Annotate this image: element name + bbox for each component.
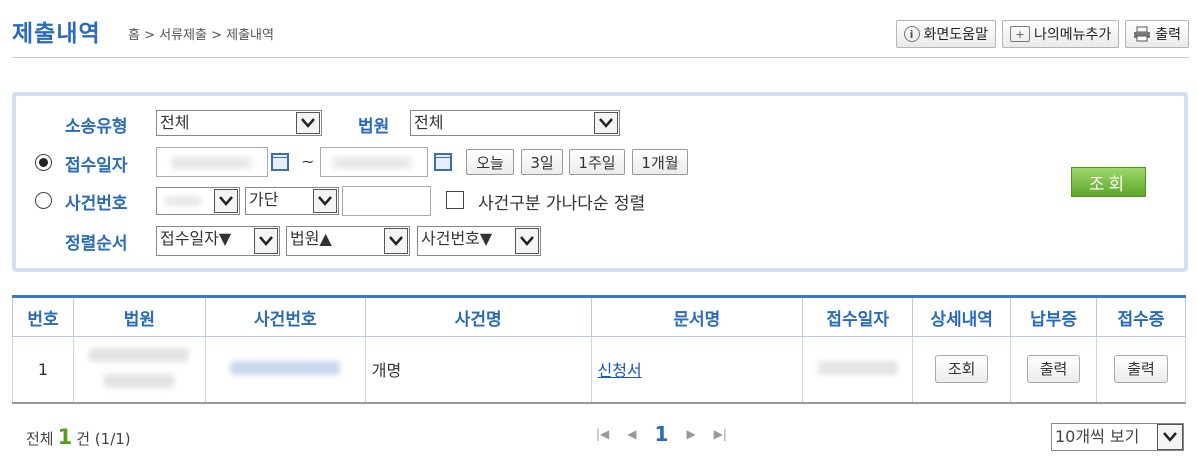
sort-option-3: 사건번호▼ [421, 229, 493, 248]
receipt-date-radio[interactable] [35, 154, 52, 171]
receipt-print-button[interactable]: 출력 [1114, 355, 1168, 384]
case-number-radio[interactable] [35, 192, 52, 209]
case-name-cell: 개명 [364, 336, 592, 404]
first-page-icon[interactable]: |◀ [596, 427, 609, 441]
sort-by-case-type-checkbox[interactable] [446, 191, 464, 209]
sort-option-2: 법원▲ [290, 229, 332, 248]
receipt-date-label: 접수일자 [65, 156, 128, 176]
payment-cell: 출력 [1010, 336, 1097, 404]
doc-name-cell: 신청서 [590, 336, 804, 404]
redacted-date [333, 157, 411, 169]
document-link[interactable]: 신청서 [598, 361, 642, 380]
chevron-down-icon [515, 228, 539, 254]
next-page-icon[interactable]: ▶ [686, 427, 695, 441]
case-serial-input[interactable] [342, 186, 431, 216]
help-button[interactable]: i 화면도움말 [895, 20, 996, 48]
case-kind-value: 가단 [249, 190, 279, 209]
add-my-menu-button[interactable]: + 나의메뉴추가 [1001, 20, 1120, 48]
court-label: 법원 [358, 117, 390, 137]
court-select[interactable]: 전체 [410, 110, 620, 136]
receipt-cell: 출력 [1096, 336, 1186, 404]
redacted-court [104, 373, 175, 388]
add-menu-icon: + [1009, 26, 1030, 42]
case-year-select[interactable] [156, 187, 240, 215]
chevron-down-icon [254, 228, 278, 254]
redacted-year [165, 196, 201, 206]
row-number: 1 [12, 336, 74, 404]
info-icon: i [903, 26, 920, 42]
sort-option-1: 접수일자▼ [160, 229, 232, 248]
col-header: 법원 [72, 295, 206, 337]
redacted-date [817, 360, 898, 375]
sort-select-2[interactable]: 법원▲ [286, 226, 410, 256]
search-panel: 소송유형 전체 법원 전체 접수일자 ~ 오늘 3일 1주일 1개월 조회 사건… [12, 92, 1188, 272]
total-prefix: 전체 [26, 430, 54, 448]
breadcrumb: 홈 > 서류제출 > 제출내역 [128, 28, 274, 43]
3days-button[interactable]: 3일 [521, 149, 563, 175]
col-header: 사건명 [364, 295, 592, 337]
sort-checkbox-label: 사건구분 가나다순 정렬 [478, 194, 646, 214]
detail-cell: 조회 [912, 336, 1012, 404]
total-suffix: 건 (1/1) [76, 430, 131, 448]
col-header: 사건번호 [204, 295, 366, 337]
total-number: 1 [57, 425, 73, 449]
chevron-down-icon [384, 228, 408, 254]
end-date-input[interactable] [320, 147, 428, 177]
1month-button[interactable]: 1개월 [632, 149, 688, 175]
case-number-label: 사건번호 [65, 194, 128, 214]
calendar-icon[interactable] [271, 153, 289, 171]
help-button-label: 화면도움말 [923, 27, 988, 43]
1week-button[interactable]: 1주일 [569, 149, 625, 175]
col-header: 접수일자 [802, 295, 914, 337]
chevron-down-icon [594, 112, 618, 134]
case-type-label: 소송유형 [65, 117, 128, 137]
chevron-down-icon [1157, 424, 1183, 450]
chevron-down-icon [313, 189, 337, 213]
per-page-select[interactable]: 10개씩 보기 [1051, 423, 1184, 451]
redacted-case-number[interactable] [230, 360, 341, 375]
chevron-down-icon [296, 112, 320, 134]
top-toolbar: i 화면도움말 + 나의메뉴추가 출력 [895, 20, 1189, 48]
col-header: 상세내역 [912, 295, 1012, 337]
case-type-value: 전체 [160, 113, 190, 132]
sort-order-label: 정렬순서 [65, 234, 128, 254]
today-button[interactable]: 오늘 [466, 149, 514, 175]
chevron-down-icon [214, 189, 238, 213]
submission-table: 번호 법원 사건번호 사건명 문서명 접수일자 상세내역 납부증 접수증 1 개… [12, 295, 1186, 404]
redacted-date [171, 157, 251, 169]
col-header: 납부증 [1010, 295, 1097, 337]
printer-icon [1133, 25, 1151, 43]
print-button[interactable]: 출력 [1125, 20, 1189, 48]
page-title: 제출내역 [12, 21, 101, 47]
date-separator: ~ [301, 152, 315, 171]
sort-select-3[interactable]: 사건번호▼ [417, 226, 541, 256]
total-count: 전체 1 건 (1/1) [26, 425, 131, 449]
header-divider [12, 57, 1189, 58]
court-value: 전체 [414, 113, 444, 132]
sort-select-1[interactable]: 접수일자▼ [156, 226, 280, 256]
col-header: 문서명 [590, 295, 804, 337]
last-page-icon[interactable]: ▶| [714, 427, 727, 441]
col-header: 번호 [12, 295, 74, 337]
per-page-value: 10개씩 보기 [1055, 427, 1140, 446]
prev-page-icon[interactable]: ◀ [627, 427, 636, 441]
col-header: 접수증 [1096, 295, 1186, 337]
case-kind-select[interactable]: 가단 [245, 187, 339, 215]
calendar-icon[interactable] [434, 153, 452, 171]
start-date-input[interactable] [156, 147, 268, 177]
current-page[interactable]: 1 [655, 422, 669, 446]
redacted-court [89, 347, 190, 362]
table-row: 1 개명 신청서 조회 출력 출력 [12, 336, 1186, 404]
table-header-row: 번호 법원 사건번호 사건명 문서명 접수일자 상세내역 납부증 접수증 [12, 295, 1186, 337]
case-type-select[interactable]: 전체 [156, 110, 322, 136]
case-number-cell [204, 336, 366, 404]
receipt-date-cell [802, 336, 914, 404]
court-cell [72, 336, 206, 404]
search-submit-button[interactable]: 조회 [1071, 167, 1146, 197]
detail-view-button[interactable]: 조회 [934, 355, 989, 384]
payment-print-button[interactable]: 출력 [1026, 355, 1081, 384]
pagination: |◀ ◀ 1 ▶ ▶| [596, 422, 727, 446]
print-button-label: 출력 [1155, 27, 1181, 43]
add-my-menu-label: 나의메뉴추가 [1033, 27, 1112, 43]
